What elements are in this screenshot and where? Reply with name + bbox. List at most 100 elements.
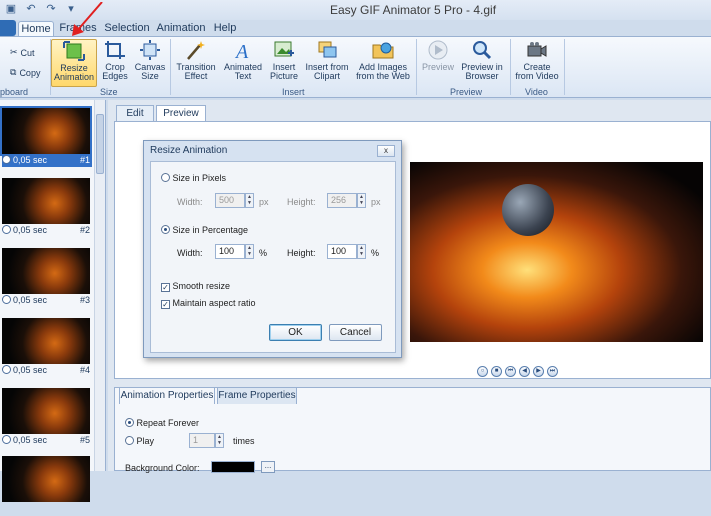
dialog-body: Size in Pixels Width: 500 ▲ ▼ px Height: … — [150, 161, 396, 353]
size-in-pixels-option[interactable]: Size in Pixels — [161, 173, 226, 183]
play-radio[interactable] — [125, 436, 134, 445]
clipart-icon — [318, 41, 337, 58]
add-images-from-web-button[interactable]: Add Images from the Web — [354, 39, 412, 81]
crop-edges-button[interactable]: Crop Edges — [100, 39, 130, 81]
redo-icon[interactable]: ↷ — [44, 2, 58, 16]
close-icon[interactable]: x — [377, 145, 395, 157]
resize-animation-dialog: Resize Animation x Size in Pixels Width:… — [143, 140, 402, 358]
svg-text:A: A — [234, 41, 249, 61]
size-in-pixels-radio[interactable] — [161, 173, 170, 182]
frame-thumbnail[interactable]: 0,05 sec #1 — [0, 106, 93, 168]
tab-selection[interactable]: Selection — [102, 21, 152, 37]
resize-animation-label: Resize Animation — [53, 63, 95, 82]
animated-text-button[interactable]: A Animated Text — [222, 39, 264, 81]
previous-frame-icon[interactable]: ◀ — [519, 366, 530, 377]
copy-button[interactable]: ⧉ Copy — [10, 67, 40, 78]
next-frame-icon[interactable]: ▶ — [533, 366, 544, 377]
transition-effect-button[interactable]: Transition Effect — [176, 39, 216, 81]
play-option[interactable]: Play — [125, 436, 154, 446]
crop-edges-label: Crop Edges — [102, 62, 128, 81]
tab-animation-properties[interactable]: Animation Properties — [119, 387, 215, 404]
insert-from-clipart-button[interactable]: Insert from Clipart — [304, 39, 350, 81]
dialog-title: Resize Animation — [150, 145, 228, 156]
stop-icon[interactable]: ■ — [491, 366, 502, 377]
frame-thumbnail[interactable]: 0,05 sec #4 — [0, 318, 93, 378]
cut-button[interactable]: ✂ Cut — [10, 47, 35, 58]
size-in-percentage-option[interactable]: Size in Percentage — [161, 225, 248, 235]
tab-edit[interactable]: Edit — [116, 105, 154, 122]
save-icon[interactable]: ▣ — [4, 2, 18, 16]
customize-icon[interactable]: ▾ — [64, 2, 78, 16]
tab-preview[interactable]: Preview — [156, 105, 206, 122]
pixel-width-spinner[interactable]: ▲ ▼ — [245, 193, 254, 208]
tab-frame-properties[interactable]: Frame Properties — [217, 387, 297, 404]
group-label-insert: Insert — [282, 87, 305, 97]
tab-help[interactable]: Help — [210, 21, 240, 37]
play-count-spinner[interactable]: ▲ ▼ — [215, 433, 224, 448]
tab-animation[interactable]: Animation — [156, 21, 206, 37]
times-label: times — [233, 436, 255, 446]
insert-picture-button[interactable]: Insert Picture — [268, 39, 300, 81]
clock-icon — [2, 225, 11, 234]
frame-image — [0, 106, 92, 156]
repeat-forever-option[interactable]: Repeat Forever — [125, 418, 199, 428]
frame-thumbnail[interactable]: 0,05 sec #3 — [0, 248, 93, 308]
percent-height-input[interactable]: 100 — [327, 244, 357, 259]
tab-frames[interactable]: Frames — [58, 21, 98, 37]
first-frame-icon[interactable]: ⏮ — [505, 366, 516, 377]
percent-width-input[interactable]: 100 — [215, 244, 245, 259]
pixel-height-label: Height: — [287, 197, 316, 207]
preview-in-browser-button[interactable]: Preview in Browser — [460, 39, 504, 81]
preview-button[interactable]: Preview — [420, 39, 456, 72]
frame-thumbnail[interactable] — [0, 456, 93, 516]
size-in-percentage-radio[interactable] — [161, 225, 170, 234]
frame-meta: 0,05 sec #2 — [2, 225, 92, 237]
last-frame-icon[interactable]: ⏭ — [547, 366, 558, 377]
pixel-height-input[interactable]: 256 — [327, 193, 357, 208]
tab-home[interactable]: Home — [18, 21, 54, 37]
repeat-forever-radio[interactable] — [125, 418, 134, 427]
pixel-width-input[interactable]: 500 — [215, 193, 245, 208]
resize-animation-button[interactable]: Resize Animation — [51, 39, 97, 87]
frames-scrollbar[interactable] — [94, 100, 105, 471]
maintain-aspect-ratio-option[interactable]: ✓ Maintain aspect ratio — [161, 298, 256, 309]
background-color-button[interactable]: ... — [261, 461, 275, 473]
add-images-from-web-label: Add Images from the Web — [356, 62, 410, 81]
ribbon: ✂ Cut ⧉ Copy pboard Resize Animation Crop … — [0, 36, 711, 98]
video-camera-icon — [527, 42, 547, 57]
undo-icon[interactable]: ↶ — [24, 2, 38, 16]
smooth-resize-option[interactable]: ✓ Smooth resize — [161, 281, 230, 292]
resize-icon — [63, 41, 85, 61]
cancel-button[interactable]: Cancel — [329, 324, 382, 341]
frame-thumbnail[interactable]: 0,05 sec #5 — [0, 388, 93, 448]
pixel-height-spinner[interactable]: ▲ ▼ — [357, 193, 366, 208]
smooth-resize-checkbox[interactable]: ✓ — [161, 283, 170, 292]
loop-icon[interactable]: ○ — [477, 366, 488, 377]
picture-icon — [274, 41, 294, 57]
ribbon-tab-bar: Home Frames Selection Animation Help — [0, 20, 711, 37]
magnifier-icon — [473, 41, 492, 60]
frame-image — [2, 248, 90, 294]
group-label-preview: Preview — [450, 87, 483, 97]
play-icon — [428, 40, 448, 60]
background-color-swatch[interactable] — [211, 461, 255, 473]
window-title: Easy GIF Animator 5 Pro - 4.gif — [330, 3, 497, 17]
frame-thumbnail[interactable]: 0,05 sec #2 — [0, 178, 93, 238]
playback-controls: ○ ■ ⏮ ◀ ▶ ⏭ — [477, 366, 558, 377]
frame-meta: 0,05 sec #3 — [2, 295, 92, 307]
transition-effect-label: Transition Effect — [176, 62, 216, 81]
frame-image — [2, 456, 90, 502]
canvas-size-button[interactable]: Canvas Size — [134, 39, 166, 81]
percent-width-spinner[interactable]: ▲ ▼ — [245, 244, 254, 259]
percent-height-spinner[interactable]: ▲ ▼ — [357, 244, 366, 259]
percent-height-label: Height: — [287, 248, 316, 258]
frame-image — [2, 388, 90, 434]
ok-button[interactable]: OK — [269, 324, 322, 341]
canvas-size-icon — [140, 40, 160, 60]
properties-panel: Animation Properties Frame Properties Re… — [114, 387, 711, 473]
create-from-video-button[interactable]: Create from Video — [514, 39, 560, 81]
play-count-input[interactable]: 1 — [189, 433, 215, 448]
maintain-aspect-ratio-checkbox[interactable]: ✓ — [161, 300, 170, 309]
scrollbar-thumb[interactable] — [96, 114, 104, 174]
web-folder-icon — [372, 42, 394, 59]
